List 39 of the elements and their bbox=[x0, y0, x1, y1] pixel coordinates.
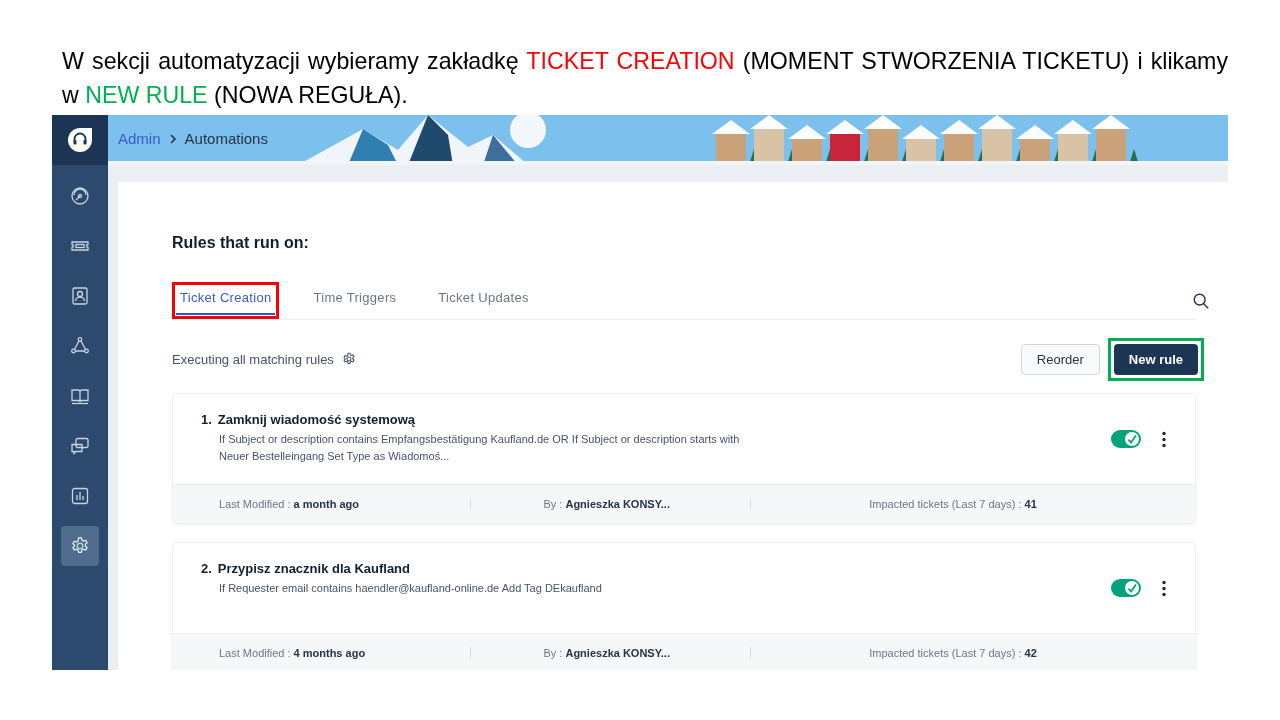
network-icon bbox=[70, 336, 90, 356]
toggle-switch[interactable] bbox=[1111, 430, 1141, 448]
book-icon bbox=[70, 386, 90, 406]
tab[interactable]: Ticket Creation bbox=[176, 286, 276, 315]
rule-title[interactable]: Zamknij wiadomość systemową bbox=[217, 412, 416, 427]
impacted-tickets-text: Impacted tickets (Last 7 days) : 41 bbox=[868, 498, 1038, 510]
headset-logo-icon bbox=[67, 127, 93, 153]
chevron-right-icon bbox=[168, 133, 177, 144]
settings-icon bbox=[70, 536, 90, 556]
check-icon bbox=[1125, 581, 1139, 595]
section-heading: Rules that run on: bbox=[172, 234, 310, 253]
sidebar-nav-item[interactable] bbox=[61, 526, 99, 566]
last-modified-text: Last Modified : a month ago bbox=[173, 498, 471, 510]
rule-number: 2. bbox=[201, 561, 212, 576]
impacted-tickets-text: Impacted tickets (Last 7 days) : 42 bbox=[868, 647, 1038, 659]
chat-icon bbox=[70, 436, 90, 456]
tab[interactable]: Time Triggers bbox=[309, 286, 401, 315]
contact-icon bbox=[70, 286, 90, 306]
slide-caption: W sekcji automatyzacji wybieramy zakładkę TICKET CREATION (MOMENT STWORZENIA TICKETU) i klikamy w NEW RULE (NOWA REGUŁA). bbox=[61, 47, 1229, 110]
check-icon bbox=[1125, 432, 1139, 446]
search-icon[interactable] bbox=[1192, 291, 1210, 310]
new-rule-button[interactable]: New rule bbox=[1113, 343, 1198, 375]
settings-icon[interactable] bbox=[341, 352, 356, 366]
more-options-icon[interactable] bbox=[1161, 579, 1167, 597]
more-options-icon[interactable] bbox=[1161, 430, 1167, 448]
toggle-switch[interactable] bbox=[1111, 579, 1141, 597]
last-modified-text: Last Modified : 4 months ago bbox=[173, 647, 471, 659]
rule-description: If Subject or description contains Empfangsbestätigung Kaufland.de OR If Subject or description starts with Neuer Bestelleingang Set Type as Wiadomoś... bbox=[219, 432, 741, 464]
rule-number: 1. bbox=[201, 412, 212, 427]
breadcrumb-current: Automations bbox=[184, 130, 268, 147]
author-text: By : Agnieszka KONSY... bbox=[471, 498, 751, 510]
execution-mode-label: Executing all matching rules bbox=[172, 351, 334, 367]
rule-title[interactable]: Przypisz znacznik dla Kaufland bbox=[217, 561, 410, 576]
author-text: By : Agnieszka KONSY... bbox=[471, 647, 751, 659]
tab[interactable]: Ticket Updates bbox=[434, 286, 533, 315]
reorder-button[interactable]: Reorder bbox=[1020, 343, 1100, 375]
gauge-icon bbox=[70, 186, 90, 206]
report-icon bbox=[70, 486, 90, 506]
rule-description: If Requester email contains haendler@kaufland-online.de Add Tag DEkaufland bbox=[219, 581, 603, 596]
